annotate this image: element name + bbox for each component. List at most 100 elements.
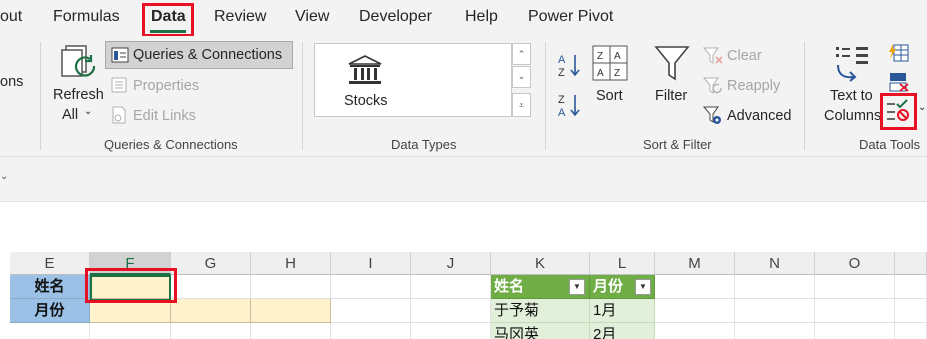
data-validation-icon[interactable] (886, 99, 910, 123)
cell[interactable] (90, 323, 171, 339)
cell[interactable] (815, 323, 895, 339)
group-label-sort-filter: Sort & Filter (643, 137, 712, 152)
clear-button[interactable]: Clear (727, 48, 762, 64)
gallery-more-button[interactable]: ⩡ (512, 93, 531, 117)
properties-button[interactable]: Properties (133, 78, 199, 94)
svg-text:Z: Z (558, 94, 565, 106)
filter-funnel-icon[interactable] (654, 45, 690, 81)
text-to-columns-label-2[interactable]: Columns (824, 108, 881, 124)
sort-z-to-a-icon[interactable]: ZA (558, 92, 582, 119)
partial-group-label: ons (0, 74, 24, 90)
tab-view[interactable]: View (295, 8, 329, 26)
cell[interactable] (331, 275, 411, 299)
cell[interactable] (815, 275, 895, 299)
column-header-i[interactable]: I (331, 252, 411, 275)
column-header-l[interactable]: L (590, 252, 655, 275)
column-header-g[interactable]: G (171, 252, 251, 275)
refresh-all-label-2[interactable]: All (62, 107, 78, 123)
filter-button[interactable]: Filter (655, 88, 687, 104)
cell[interactable] (411, 299, 491, 323)
tab-review[interactable]: Review (214, 8, 266, 26)
sort-a-to-z-icon[interactable]: AZ (558, 52, 582, 79)
cell[interactable] (735, 299, 815, 323)
cell[interactable] (331, 323, 411, 339)
advanced-filter-icon (702, 106, 723, 126)
cell[interactable] (735, 275, 815, 299)
cell[interactable] (331, 299, 411, 323)
reapply-button[interactable]: Reapply (727, 78, 780, 94)
svg-text:Z: Z (597, 51, 603, 62)
tab-power-pivot[interactable]: Power Pivot (528, 8, 613, 26)
ribbon-tab-bar: out Formulas Data Review View Developer … (0, 0, 927, 37)
cell[interactable] (10, 323, 90, 339)
column-header-h[interactable]: H (251, 252, 331, 275)
flash-fill-icon[interactable] (888, 43, 910, 63)
sort-button[interactable]: Sort (596, 88, 623, 104)
cell-h-month-input[interactable] (251, 299, 331, 323)
gallery-scroll-down[interactable]: ⌄ (512, 66, 531, 88)
queries-connections-label[interactable]: Queries & Connections (133, 47, 282, 63)
collapse-chevron-icon[interactable]: ⌄ (0, 171, 8, 182)
column-header-j[interactable]: J (411, 252, 491, 275)
cell[interactable] (895, 299, 927, 323)
cell[interactable] (815, 299, 895, 323)
tab-help[interactable]: Help (465, 8, 498, 26)
filter-dropdown-icon[interactable]: ▼ (569, 279, 585, 295)
text-to-columns-icon[interactable] (832, 45, 872, 83)
column-header-e[interactable]: E (10, 252, 90, 275)
group-label-queries: Queries & Connections (104, 137, 238, 152)
cell[interactable] (735, 323, 815, 339)
clear-filter-icon (702, 47, 723, 65)
cell[interactable] (171, 275, 251, 299)
cell-e-month-label[interactable]: 月份 (10, 299, 90, 323)
text-to-columns-label[interactable]: Text to (830, 88, 873, 104)
cell[interactable] (171, 323, 251, 339)
gallery-scroll-up[interactable]: ⌃ (512, 43, 531, 65)
tab-formulas[interactable]: Formulas (53, 8, 120, 26)
edit-links-button[interactable]: Edit Links (133, 108, 196, 124)
cell[interactable] (411, 275, 491, 299)
svg-text:A: A (597, 68, 604, 79)
refresh-all-label[interactable]: Refresh (53, 87, 104, 103)
cell[interactable] (655, 299, 735, 323)
reapply-icon (702, 77, 723, 95)
tab-developer[interactable]: Developer (359, 8, 432, 26)
cell[interactable] (895, 323, 927, 339)
tab-layout-partial[interactable]: out (0, 8, 22, 26)
bank-icon[interactable] (347, 54, 383, 86)
cell[interactable] (895, 275, 927, 299)
table-cell-name[interactable]: 马冈英 (491, 323, 590, 339)
formula-bar-area: ⌄ (0, 156, 927, 201)
svg-text:A: A (558, 107, 566, 118)
advanced-button[interactable]: Advanced (727, 108, 792, 124)
column-header-n[interactable]: N (735, 252, 815, 275)
svg-text:A: A (558, 54, 566, 66)
group-separator (302, 42, 303, 150)
filter-dropdown-icon[interactable]: ▼ (635, 279, 651, 295)
chevron-down-icon[interactable]: ⌄ (84, 106, 92, 117)
cell[interactable] (655, 275, 735, 299)
table-cell-month[interactable]: 1月 (590, 299, 655, 323)
refresh-all-icon[interactable] (60, 44, 100, 84)
formula-bar-strip (0, 201, 927, 239)
column-header-m[interactable]: M (655, 252, 735, 275)
cell-g-month-input[interactable] (171, 299, 251, 323)
data-validation-dropdown-icon[interactable]: ⌄ (918, 102, 926, 113)
remove-duplicates-icon[interactable] (888, 72, 910, 92)
table-cell-name[interactable]: 于予菊 (491, 299, 590, 323)
cell[interactable] (251, 275, 331, 299)
sort-icon[interactable]: ZAAZ (592, 45, 628, 81)
table-cell-month[interactable]: 2月 (590, 323, 655, 339)
column-header-k[interactable]: K (491, 252, 590, 275)
cell[interactable] (655, 323, 735, 339)
cell[interactable] (251, 323, 331, 339)
column-header-partial[interactable] (895, 252, 927, 275)
table-header-name[interactable]: 姓名 ▼ (491, 275, 590, 299)
cell-e-name-label[interactable]: 姓名 (10, 275, 90, 299)
stocks-button[interactable]: Stocks (344, 93, 388, 109)
column-header-o[interactable]: O (815, 252, 895, 275)
group-separator (40, 42, 41, 150)
table-header-month[interactable]: 月份 ▼ (590, 275, 655, 299)
cell[interactable] (411, 323, 491, 339)
svg-text:A: A (614, 51, 621, 62)
